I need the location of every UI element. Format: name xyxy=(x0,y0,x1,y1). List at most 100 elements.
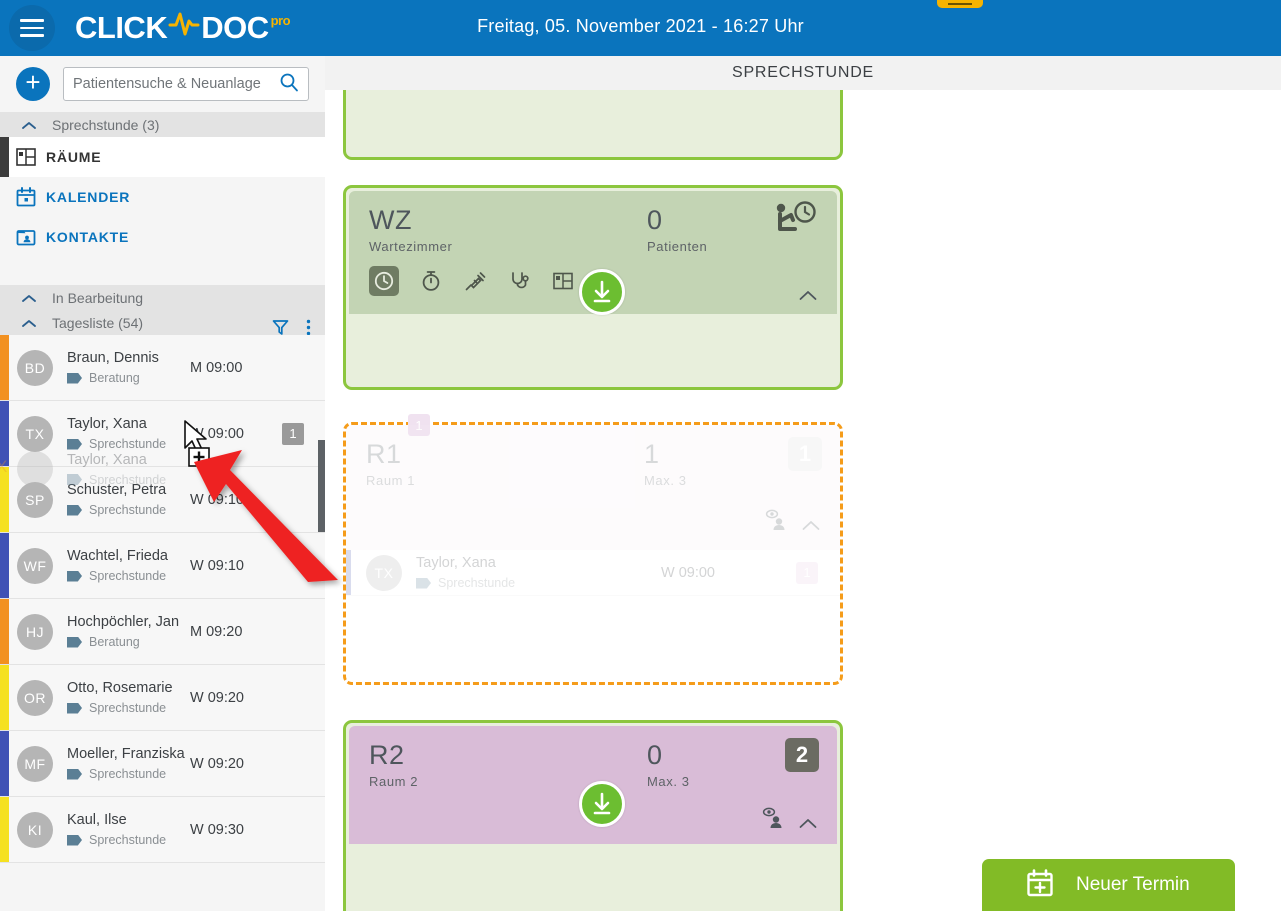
search-input[interactable] xyxy=(73,76,279,92)
section-in-bearbeitung-label: In Bearbeitung xyxy=(52,289,144,306)
table-row[interactable]: OR Otto, Rosemarie Sprechstunde W 09:20 xyxy=(0,665,325,731)
floorplan-icon xyxy=(16,148,46,166)
search-box[interactable] xyxy=(63,67,309,101)
card-subtitle: Raum 1 xyxy=(366,473,416,488)
table-row[interactable]: WF Wachtel, Frieda Sprechstunde W 09:10 xyxy=(0,533,325,599)
row-patient-tag: Beratung xyxy=(89,371,140,385)
card-r2[interactable]: R2 Raum 2 0 Max. 3 2 xyxy=(343,720,843,911)
card-code: WZ xyxy=(369,205,412,235)
sidebar-item-raeume[interactable]: RÄUME xyxy=(0,137,325,177)
row-color-bar xyxy=(0,533,9,598)
row-color-bar xyxy=(0,599,9,664)
card-count-block: 0 Max. 3 xyxy=(647,740,690,789)
table-row[interactable]: TX Taylor, Xana Sprechstunde W 09:00 1 xyxy=(0,401,325,467)
row-patient-tag: Sprechstunde xyxy=(89,437,167,451)
new-appointment-label: Neuer Termin xyxy=(1076,874,1190,895)
avatar: SP xyxy=(17,481,53,518)
table-row[interactable]: HJ Hochpöchler, Jan Beratung M 09:20 xyxy=(0,599,325,665)
section-sprechstunde-label: Sprechstunde (3) xyxy=(52,116,160,133)
card-wz[interactable]: WZ Wartezimmer 0 Patienten xyxy=(343,185,843,390)
row-patient-name: Braun, Dennis xyxy=(67,350,159,366)
room-patient-row[interactable]: TX Taylor, Xana Sprechstunde W 09:00 1 xyxy=(346,550,840,596)
table-row[interactable]: BD Braun, Dennis Beratung M 09:00 xyxy=(0,335,325,401)
row-patient-tag: Sprechstunde xyxy=(89,503,167,517)
card-count-block: 1 Max. 3 xyxy=(644,439,687,488)
card-r1[interactable]: 1 R1 Raum 1 1 Max. 3 1 TX xyxy=(343,414,843,685)
room-badge: 1 xyxy=(788,437,822,471)
row-patient-tag: Sprechstunde xyxy=(89,701,167,715)
card-header: R2 Raum 2 0 Max. 3 2 xyxy=(349,726,837,844)
download-drop-icon[interactable] xyxy=(579,269,625,315)
row-color-bar xyxy=(0,401,9,466)
card-code: R1 xyxy=(366,439,402,469)
sidebar-item-kontakte[interactable]: KONTAKTE xyxy=(0,217,325,257)
tag-icon xyxy=(67,570,82,582)
row-patient-name: Schuster, Petra xyxy=(67,482,167,498)
room-badge: 2 xyxy=(785,738,819,772)
floorplan-icon[interactable] xyxy=(551,269,575,293)
card-body xyxy=(349,314,837,384)
row-patient-name: Otto, Rosemarie xyxy=(67,680,173,696)
section-in-bearbeitung[interactable]: In Bearbeitung xyxy=(0,285,325,310)
add-patient-button[interactable]: + xyxy=(16,67,50,101)
panel-handle-icon[interactable] xyxy=(937,0,983,8)
calendar-plus-icon xyxy=(1026,868,1054,902)
tag-icon xyxy=(67,372,82,384)
table-row[interactable]: MF Moeller, Franziska Sprechstunde W 09:20 xyxy=(0,731,325,797)
search-row: + xyxy=(0,56,325,112)
row-patient-name: Taylor, Xana xyxy=(416,555,496,571)
row-patient-name: Wachtel, Frieda xyxy=(67,548,168,564)
clock-icon[interactable] xyxy=(369,266,399,296)
row-patient-name: Hochpöchler, Jan xyxy=(67,614,180,630)
card-count: 0 xyxy=(647,205,663,235)
card-count-label: Patienten xyxy=(647,239,708,254)
card-header: R1 Raum 1 1 Max. 3 1 xyxy=(346,425,840,550)
table-row[interactable]: KI Kaul, Ilse Sprechstunde W 09:30 xyxy=(0,797,325,863)
row-color-bar xyxy=(0,731,9,796)
row-patient-name: Kaul, Ilse xyxy=(67,812,127,828)
chevron-up-icon[interactable] xyxy=(802,518,820,536)
search-icon[interactable] xyxy=(279,72,299,97)
row-patient-time: W 09:00 xyxy=(661,564,715,581)
row-color-bar xyxy=(0,335,9,400)
page-title-bar: SPRECHSTUNDE xyxy=(325,56,1281,90)
card-top-partial[interactable] xyxy=(343,90,843,160)
avatar: TX xyxy=(17,415,53,452)
chevron-up-icon[interactable] xyxy=(799,288,817,306)
avatar: WF xyxy=(17,547,53,584)
sidebar-item-kalender[interactable]: KALENDER xyxy=(0,177,325,217)
card-body xyxy=(349,844,837,911)
card-header: WZ Wartezimmer 0 Patienten xyxy=(349,191,837,315)
avatar: MF xyxy=(17,745,53,782)
waiting-person-clock-icon xyxy=(771,201,817,246)
new-appointment-button[interactable]: Neuer Termin xyxy=(982,859,1235,911)
table-row[interactable]: SP Schuster, Petra Sprechstunde W 09:10 xyxy=(0,467,325,533)
download-drop-icon[interactable] xyxy=(579,781,625,827)
vertical-scrollbar[interactable] xyxy=(318,440,325,532)
eye-person-icon[interactable] xyxy=(764,509,788,536)
row-patient-time: M 09:20 xyxy=(190,623,243,640)
row-patient-time: W 09:20 xyxy=(190,689,244,706)
eye-person-icon[interactable] xyxy=(761,807,785,834)
card-code: R2 xyxy=(369,740,405,770)
section-tagesliste-label: Tagesliste (54) xyxy=(52,314,144,331)
avatar: TX xyxy=(366,554,402,591)
card-count: 0 xyxy=(647,740,663,770)
row-color-bar xyxy=(0,665,9,730)
tag-icon xyxy=(67,834,82,846)
card-count-block: 0 Patienten xyxy=(647,205,707,254)
card-inner: R1 Raum 1 1 Max. 3 1 TX Taylor, Xana Spr… xyxy=(346,425,840,681)
syringe-icon[interactable] xyxy=(463,269,487,293)
stopwatch-icon[interactable] xyxy=(419,269,443,293)
card-count-label: Max. 3 xyxy=(644,473,687,488)
row-patient-name: Taylor, Xana xyxy=(67,416,147,432)
patient-list: BD Braun, Dennis Beratung M 09:00 TX Taylor, … xyxy=(0,335,325,863)
row-patient-tag: Sprechstunde xyxy=(89,767,167,781)
stethoscope-icon[interactable] xyxy=(507,269,531,293)
section-sprechstunde[interactable]: Sprechstunde (3) xyxy=(0,112,325,137)
sidebar-item-label: KONTAKTE xyxy=(46,229,130,245)
row-color-bar xyxy=(346,550,351,595)
chevron-up-icon[interactable] xyxy=(799,816,817,834)
row-patient-tag: Sprechstunde xyxy=(438,576,516,590)
section-tagesliste[interactable]: Tagesliste (54) xyxy=(0,310,325,335)
